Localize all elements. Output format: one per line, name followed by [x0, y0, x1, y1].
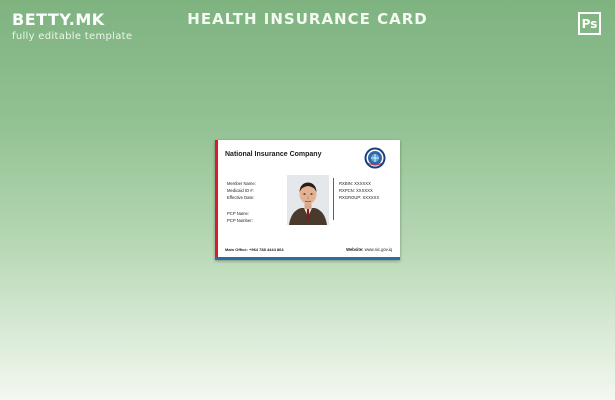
brand-tagline: fully editable template — [12, 31, 133, 42]
card-bottom-strip — [215, 257, 400, 260]
page-title: HEALTH INSURANCE CARD — [187, 10, 428, 28]
field-pcp-name: PCP Name: — [227, 211, 250, 216]
website-label: Website: — [346, 247, 364, 252]
card-company-name: National Insurance Company — [225, 151, 322, 158]
insurance-card: National Insurance Company Member Name: … — [215, 140, 400, 260]
field-member-name: Member Name: — [227, 181, 256, 186]
card-website: Website: www.nic.gov.iq — [346, 247, 392, 252]
field-medicaid-id: Medicaid ID #: — [227, 188, 254, 193]
field-effective-date: Effective Date: — [227, 195, 255, 200]
field-rxbin: RXBIN: XXXXXX — [339, 181, 371, 186]
photoshop-icon[interactable]: Ps — [578, 12, 601, 35]
field-rxpcn: RXPCN: XXXXXX — [339, 188, 373, 193]
member-photo — [287, 175, 329, 225]
website-value: www.nic.gov.iq — [364, 247, 392, 252]
card-accent-strip — [215, 140, 218, 260]
field-pcp-number: PCP Number: — [227, 218, 253, 223]
rx-fields: RXBIN: XXXXXX RXPCN: XXXXXX RXGROUP: XXX… — [339, 180, 379, 201]
field-rxgroup: RXGROUP: XXXXXX — [339, 195, 380, 200]
member-fields: Member Name: Medicaid ID #: Effective Da… — [227, 180, 256, 224]
seal-icon — [364, 147, 386, 169]
main-office-phone: Main Office: +964 788 4444 864 — [225, 247, 284, 252]
card-divider — [333, 178, 334, 220]
